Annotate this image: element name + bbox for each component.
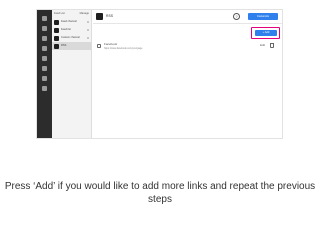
feed-list-title: Feed List	[54, 11, 65, 15]
top-bar: RSS ? Customize	[93, 10, 282, 24]
link-title: Facebook	[104, 42, 118, 46]
nav-media-icon[interactable]	[42, 46, 47, 51]
app-window: Feed List Manage Feed channel Feed list …	[36, 9, 283, 139]
feed-status-icon	[87, 29, 89, 31]
add-button[interactable]: + Add	[255, 30, 277, 36]
left-nav-rail	[37, 10, 52, 138]
feed-item-label: Custom channel	[61, 35, 80, 39]
nav-home-icon[interactable]	[42, 16, 47, 21]
feed-thumbnail	[54, 43, 59, 49]
nav-feeds-icon[interactable]	[42, 56, 47, 61]
link-icon	[97, 44, 101, 48]
manage-link[interactable]: Manage	[80, 12, 89, 16]
instruction-caption: Press ‘Add’ if you would like to add mor…	[4, 181, 316, 205]
feed-thumbnail	[54, 35, 59, 41]
page-title: RSS	[106, 14, 113, 18]
customize-button[interactable]: Customize	[248, 13, 278, 20]
nav-help-icon[interactable]	[42, 86, 47, 91]
feed-status-icon	[87, 37, 89, 39]
feed-item-label: RSS	[61, 43, 67, 47]
nav-settings-icon[interactable]	[42, 66, 47, 71]
feed-item-feed-list[interactable]: Feed list	[52, 26, 91, 34]
nav-stats-icon[interactable]	[42, 76, 47, 81]
main-panel: RSS ? Customize + Add Facebook https://w…	[93, 10, 282, 138]
feed-item-rss[interactable]: RSS	[52, 42, 91, 50]
feed-thumbnail	[54, 19, 59, 25]
feed-thumbnail	[54, 27, 59, 33]
help-circle-icon[interactable]: ?	[233, 13, 240, 20]
link-url: https://www.facebook.com/yourpage	[104, 47, 143, 50]
feed-item-feed-channel[interactable]: Feed channel	[52, 18, 91, 26]
feed-list-panel: Feed List Manage Feed channel Feed list …	[52, 10, 92, 138]
nav-pages-icon[interactable]	[42, 26, 47, 31]
trash-icon[interactable]	[270, 43, 274, 48]
feed-item-label: Feed channel	[61, 19, 77, 23]
feed-thumbnail	[96, 13, 103, 20]
nav-design-icon[interactable]	[42, 36, 47, 41]
feed-list-header: Feed List Manage	[52, 10, 91, 18]
feed-status-icon	[87, 21, 89, 23]
feed-item-label: Feed list	[61, 27, 71, 31]
feed-item-custom-channel[interactable]: Custom channel	[52, 34, 91, 42]
link-list-item: Facebook https://www.facebook.com/yourpa…	[97, 43, 276, 53]
edit-link-button[interactable]: Edit	[260, 44, 265, 47]
